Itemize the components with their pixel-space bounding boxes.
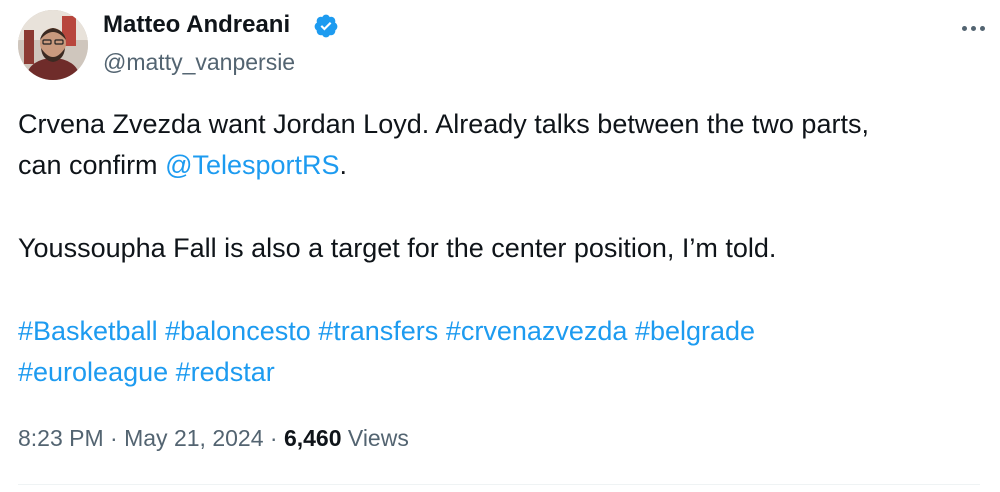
divider [18, 484, 980, 485]
tweet-text-fragment: can confirm [18, 150, 166, 180]
hashtag-link[interactable]: #euroleague [18, 357, 168, 387]
hashtags-line: #Basketball #baloncesto #transfers #crve… [18, 311, 978, 351]
hashtag-link[interactable]: #redstar [176, 357, 275, 387]
tweet-text-line: can confirm @TelesportRS. [18, 145, 978, 185]
tweet-meta: 8:23 PM · May 21, 2024 · 6,460 Views [18, 420, 409, 456]
more-horizontal-icon [961, 25, 967, 31]
more-horizontal-icon [979, 25, 985, 31]
timestamp-date[interactable]: May 21, 2024 [124, 425, 263, 451]
author-handle[interactable]: @matty_vanpersie [103, 47, 295, 77]
hashtag-link[interactable]: #belgrade [635, 316, 755, 346]
meta-separator: · [110, 425, 118, 451]
tweet-text-fragment: . [339, 150, 348, 180]
tweet-card: Matteo Andreani @matty_vanpersie Crvena … [0, 0, 1000, 492]
hashtag-link[interactable]: #baloncesto [165, 316, 311, 346]
avatar[interactable] [18, 10, 88, 80]
more-horizontal-icon [970, 25, 976, 31]
more-options-button[interactable] [955, 14, 991, 42]
verified-badge-icon[interactable] [313, 13, 339, 39]
mention-link[interactable]: @TelesportRS [165, 150, 339, 180]
avatar-photo [18, 10, 88, 80]
tweet-text-line: Youssoupha Fall is also a target for the… [18, 233, 777, 263]
hashtags-line: #euroleague #redstar [18, 352, 978, 392]
hashtag-link[interactable]: #transfers [318, 316, 438, 346]
hashtag-link[interactable]: #crvenazvezda [446, 316, 628, 346]
meta-separator: · [269, 425, 278, 451]
hashtag-link[interactable]: #Basketball [18, 316, 158, 346]
views-label: Views [347, 425, 409, 451]
tweet-text-line: Crvena Zvezda want Jordan Loyd. Already … [18, 109, 869, 139]
timestamp-time[interactable]: 8:23 PM [18, 425, 104, 451]
views-count[interactable]: 6,460 [284, 425, 342, 451]
author-name[interactable]: Matteo Andreani [103, 9, 290, 41]
